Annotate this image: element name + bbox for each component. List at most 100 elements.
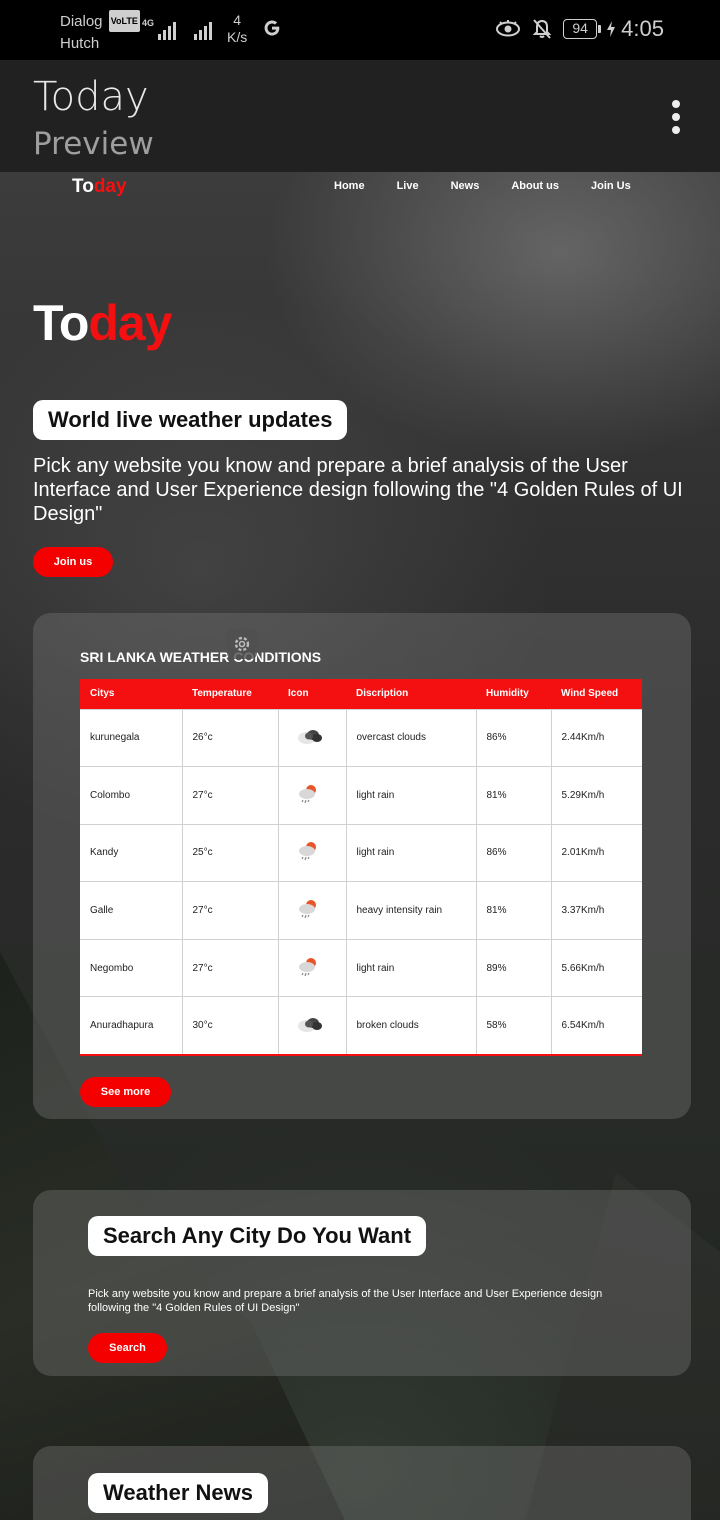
rain-icon [295,782,321,809]
temperature-cell: 25°c [181,823,279,883]
hero-logo-part-2: day [88,295,172,351]
network-speed: 4 K/s [227,12,247,46]
city-cell: kurunegala [80,708,183,768]
city-cell: Anuradhapura [80,996,183,1056]
carrier-name-2: Hutch [60,35,100,52]
search-text: Pick any website you know and prepare a … [88,1288,603,1314]
google-icon [264,20,280,36]
nav-home[interactable]: Home [334,180,365,192]
humidity-cell: 86% [475,823,552,883]
city-cell: Kandy [80,823,183,883]
temperature-cell: 27°c [181,938,279,998]
col-header-city: Citys [80,679,182,709]
weather-heading: SRI LANKA WEATHER CONDITIONS [80,649,322,665]
wind-cell: 5.66Km/h [550,938,642,998]
temperature-cell: 26°c [181,708,279,768]
carrier-info: Dialog VoLTE Hutch [60,10,140,55]
app-title: Today [33,74,149,120]
app-subtitle: Preview [33,126,154,162]
carrier-name-1: Dialog [60,13,103,30]
join-us-button[interactable]: Join us [33,547,113,577]
humidity-cell: 58% [475,996,552,1056]
settings-overlay-icon[interactable] [227,629,257,659]
table-header-row: Citys Temperature Icon Discription Humid… [80,679,642,709]
humidity-cell: 86% [475,708,552,768]
description-cell: light rain [345,766,477,825]
wind-cell: 6.54Km/h [550,996,642,1056]
col-header-temperature: Temperature [182,679,278,709]
search-button[interactable]: Search [88,1333,167,1363]
web-preview: Today Home Live News About us Join Us To… [0,172,720,1520]
humidity-cell: 89% [475,938,552,998]
humidity-cell: 81% [475,881,552,940]
description-cell: overcast clouds [345,708,477,768]
signal-icon [158,18,176,40]
table-row: Galle 27°c heavy intensity rain 81% 3.37Km/h [80,881,642,940]
temperature-cell: 27°c [181,881,279,940]
cloud-icon [295,1014,325,1037]
battery-icon: 94 [563,19,602,39]
charging-icon [607,21,616,37]
site-logo-part-1: To [72,176,94,197]
status-bar: Dialog VoLTE Hutch 4G 4 K/s 94 4:05 [0,0,720,60]
status-icons: 94 4:05 [495,16,664,42]
hero-logo-part-1: To [33,295,89,351]
speed-value: 4 [233,12,242,28]
mute-bell-icon [532,19,552,39]
humidity-cell: 81% [475,766,552,825]
app-bar: Today Preview [0,60,720,172]
site-logo-part-2: day [93,176,127,197]
wind-cell: 3.37Km/h [550,881,642,940]
cloud-icon [295,726,325,749]
site-logo[interactable]: Today [72,176,127,198]
hero-title: World live weather updates [33,400,348,440]
icon-cell [277,881,347,940]
description-cell: light rain [345,823,477,883]
col-header-wind: Wind Speed [551,679,642,709]
news-title: Weather News [88,1473,268,1513]
table-row: Kandy 25°c light rain 86% 2.01Km/h [80,823,642,883]
speed-unit: K/s [227,29,248,45]
site-nav: Home Live News About us Join Us [334,180,663,192]
temperature-cell: 27°c [181,766,279,825]
description-cell: broken clouds [345,996,477,1056]
table-row: Anuradhapura 30°c broken clouds 58% 6.54Km/h [80,996,642,1056]
icon-cell [277,766,347,825]
nav-join[interactable]: Join Us [591,180,631,192]
icon-cell [277,996,347,1056]
wind-cell: 2.44Km/h [550,708,642,768]
table-row: Colombo 27°c light rain 81% 5.29Km/h [80,766,642,825]
rain-icon [295,955,321,982]
volte-badge: VoLTE [108,10,140,32]
table-row: Negombo 27°c light rain 89% 5.66Km/h [80,938,642,998]
overflow-menu-icon[interactable] [670,100,682,134]
signal-icon-2 [194,18,212,40]
rain-icon [295,839,321,866]
icon-cell [277,823,347,883]
table-row: kurunegala 26°c overcast clouds 86% 2.44Km/h [80,708,642,768]
nav-about[interactable]: About us [511,180,559,192]
wind-cell: 5.29Km/h [550,766,642,825]
search-title: Search Any City Do You Want [88,1216,427,1256]
wind-cell: 2.01Km/h [550,823,642,883]
hero-text: Pick any website you know and prepare a … [33,455,683,525]
city-cell: Galle [80,881,183,940]
col-header-humidity: Humidity [476,679,551,709]
city-cell: Colombo [80,766,183,825]
weather-table: Citys Temperature Icon Discription Humid… [80,679,642,1056]
weather-card: SRI LANKA WEATHER CONDITIONS Citys Tempe… [33,613,691,1119]
news-card: Weather News [33,1446,691,1520]
see-more-button[interactable]: See more [80,1077,171,1107]
nav-news[interactable]: News [451,180,480,192]
nav-live[interactable]: Live [397,180,419,192]
hero-logo: Today [33,294,173,352]
clock: 4:05 [621,16,664,41]
rain-icon [295,897,321,924]
temperature-cell: 30°c [181,996,279,1056]
icon-cell [277,938,347,998]
description-cell: light rain [345,938,477,998]
col-header-icon: Icon [278,679,346,709]
network-type: 4G [142,18,155,28]
search-card: Search Any City Do You Want Pick any web… [33,1190,691,1376]
eye-comfort-icon [496,20,521,37]
